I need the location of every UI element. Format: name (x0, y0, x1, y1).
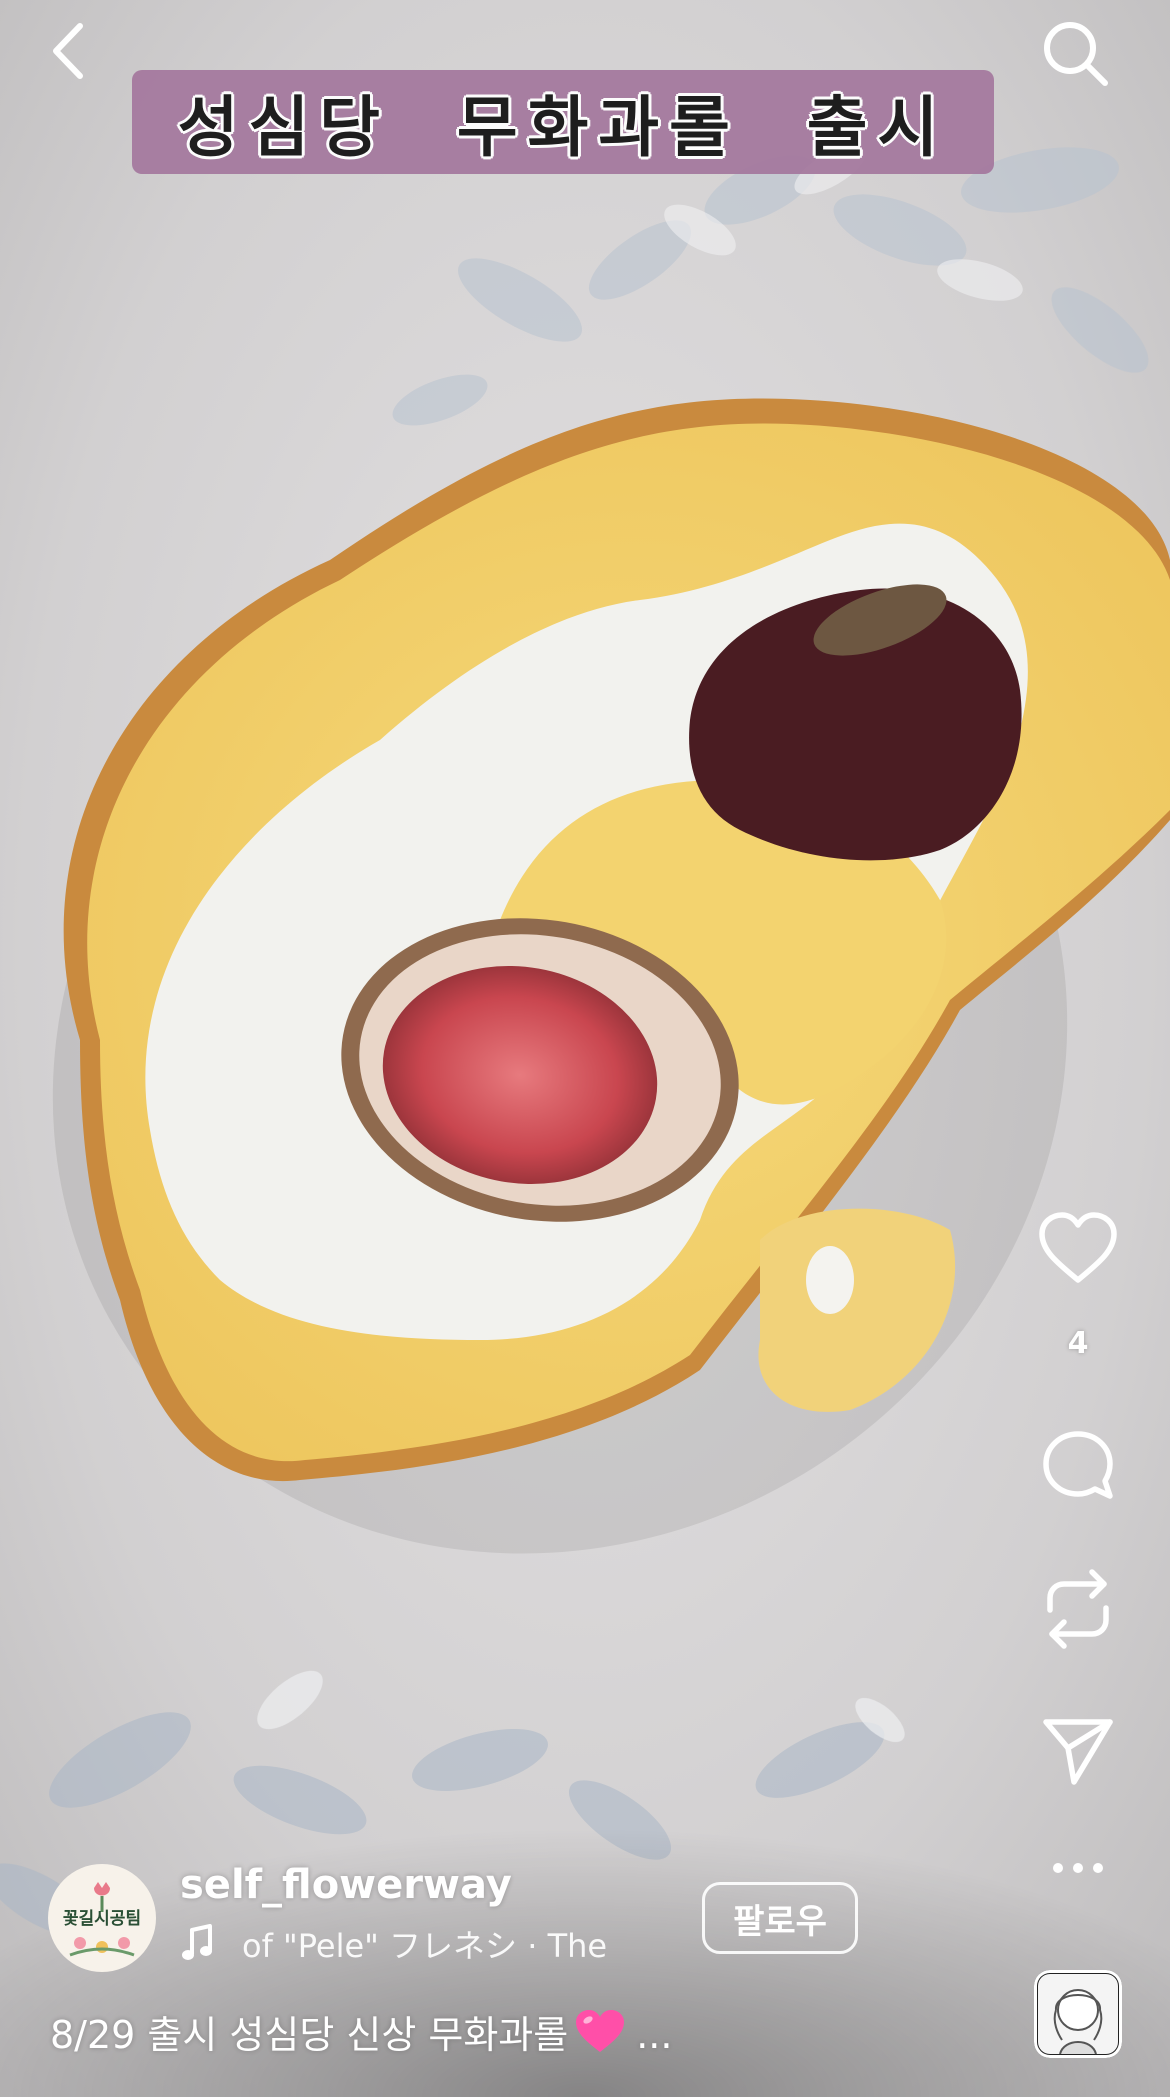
profile-avatar[interactable]: 꽃길시공팀 (48, 1864, 156, 1972)
search-button[interactable] (1036, 12, 1116, 92)
repost-button[interactable] (1030, 1564, 1126, 1654)
avatar-label: 꽃길시공팀 (62, 1908, 142, 1929)
repost-icon (1047, 1569, 1109, 1649)
send-icon (1043, 1719, 1113, 1785)
back-button[interactable] (42, 18, 102, 84)
share-button[interactable] (1030, 1710, 1126, 1800)
follow-button[interactable]: 팔로우 (702, 1882, 858, 1954)
username-link[interactable]: self_flowerway (180, 1862, 512, 1908)
pink-heart-emoji (576, 2010, 625, 2052)
video-title-text: 성심당 무화과롤 출시 (177, 89, 949, 166)
comment-button[interactable] (1030, 1426, 1126, 1510)
video-title-overlay: 성심당 무화과롤 출시 (132, 70, 994, 174)
more-options-button[interactable] (1030, 1858, 1126, 1898)
audio-track-name: of "Pele" フレネシ · The (242, 1927, 608, 1965)
like-button[interactable] (1030, 1210, 1126, 1294)
audio-cover-art (1038, 1974, 1118, 2055)
chevron-left-icon (53, 23, 83, 79)
like-count: 4 (1067, 1326, 1089, 1361)
music-note-icon (182, 1924, 212, 1960)
flower-border-icon (69, 1936, 135, 1956)
more-icon (1053, 1863, 1103, 1873)
caption-more[interactable]: ... (636, 2013, 672, 2057)
audio-thumbnail[interactable] (1034, 1970, 1122, 2058)
comment-icon (1043, 1431, 1113, 1499)
caption-text: 8/29 출시 성심당 신상 무화과롤 (50, 2013, 569, 2057)
audio-track-row[interactable]: of "Pele" フレネシ · The (180, 1920, 660, 1968)
search-icon (1044, 22, 1108, 86)
heart-icon (1039, 1212, 1117, 1283)
post-photo (0, 0, 1170, 2097)
post-caption[interactable]: 8/29 출시 성심당 신상 무화과롤 ... (50, 2004, 672, 2059)
